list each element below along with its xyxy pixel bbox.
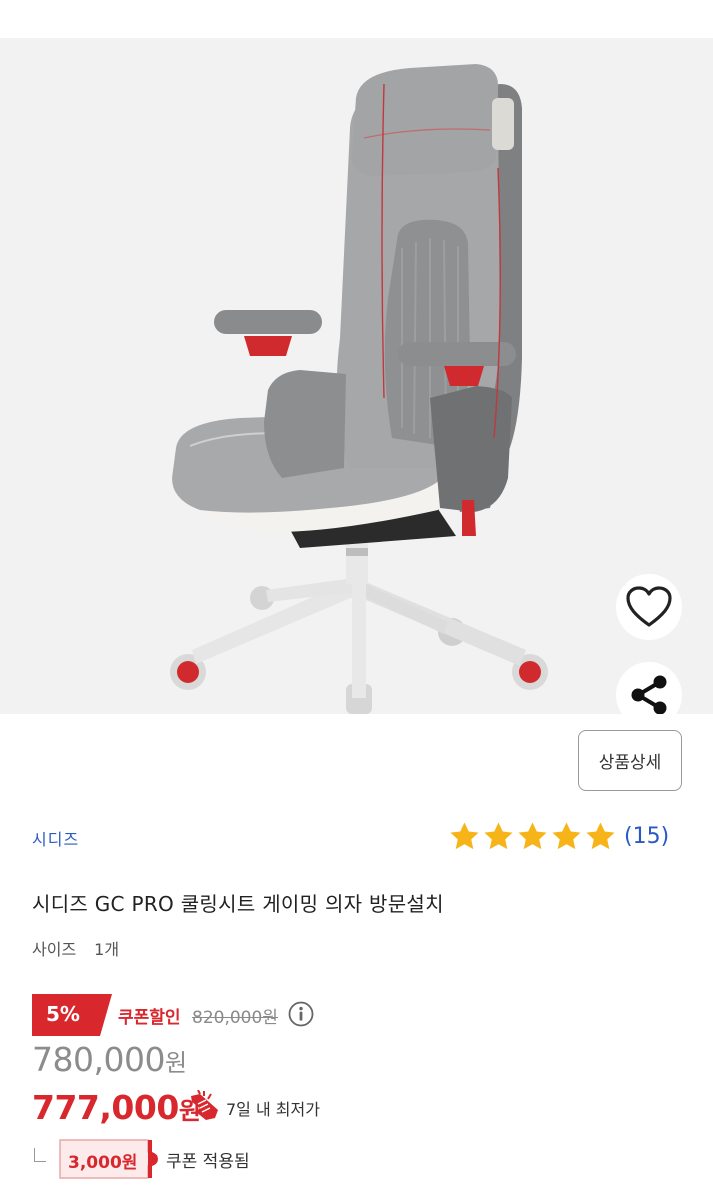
product-detail-button[interactable]: 상품상세: [578, 730, 682, 791]
sale-price: 780,000원: [32, 1040, 187, 1079]
brand-link[interactable]: 시디즈: [32, 826, 79, 850]
currency-unit: 원: [164, 1049, 187, 1077]
star-icon: [450, 822, 479, 850]
coupon-applied-label: 쿠폰 적용됨: [166, 1152, 250, 1172]
top-bar: [0, 0, 713, 38]
share-icon: [631, 675, 667, 714]
chair-illustration: [170, 64, 548, 714]
coupon-amount-chip: 3,000원: [58, 1138, 158, 1180]
sale-price-number: 780,000: [32, 1040, 165, 1079]
coupon-amount: 3,000원: [68, 1153, 138, 1173]
option-value: 1개: [94, 940, 120, 959]
discount-rate-badge: 5%: [32, 994, 112, 1036]
product-image[interactable]: [0, 38, 713, 714]
rating[interactable]: (15): [448, 820, 669, 853]
info-icon[interactable]: [288, 1001, 314, 1027]
sub-item-marker: [34, 1148, 46, 1162]
product-option: 사이즈 1개: [32, 936, 119, 960]
star-icon: [586, 822, 615, 850]
wishlist-button[interactable]: [616, 574, 682, 640]
option-label: 사이즈: [32, 940, 77, 959]
coupon-discount-label: 쿠폰할인: [118, 1008, 181, 1028]
star-icon: [484, 822, 513, 850]
star-icon: [552, 822, 581, 850]
product-title: 시디즈 GC PRO 쿨링시트 게이밍 의자 방문설치: [32, 892, 444, 916]
review-count[interactable]: (15): [624, 824, 669, 849]
heart-outline-icon: [626, 586, 672, 627]
final-price: 777,000원: [32, 1088, 201, 1127]
star-icon: [518, 822, 547, 850]
final-price-number: 777,000: [32, 1088, 179, 1127]
discount-rate: 5%: [46, 1002, 80, 1026]
original-price: 820,000원: [192, 1008, 278, 1028]
lowest-price-7-days: 7일 내 최저가: [226, 1100, 320, 1119]
pointing-hand-icon: [191, 1090, 218, 1120]
